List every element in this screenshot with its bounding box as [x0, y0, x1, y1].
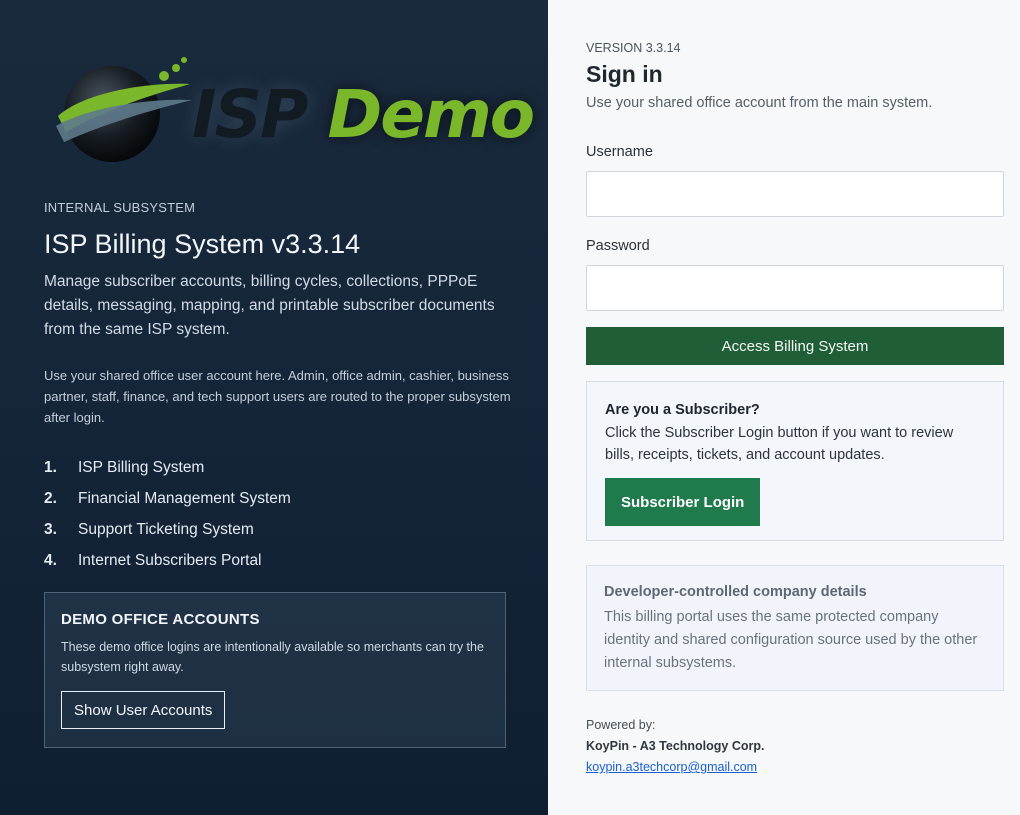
- right-panel: VERSION 3.3.14 Sign in Use your shared o…: [548, 0, 1020, 815]
- subsystem-number: 1.: [44, 458, 57, 476]
- subscriber-panel: Are you a Subscriber? Click the Subscrib…: [586, 381, 1004, 541]
- subsystem-number: 3.: [44, 520, 57, 538]
- show-user-accounts-button[interactable]: Show User Accounts: [61, 691, 226, 729]
- version-label: VERSION 3.3.14: [586, 41, 681, 55]
- globe-logo-icon: [56, 57, 192, 162]
- powered-by-label: Powered by:: [586, 718, 656, 732]
- sign-in-subheading: Use your shared office account from the …: [586, 95, 933, 111]
- demo-accounts-title: DEMO OFFICE ACCOUNTS: [61, 611, 260, 628]
- subscriber-text: Click the Subscriber Login button if you…: [605, 425, 954, 463]
- contact-email-link[interactable]: koypin.a3techcorp@gmail.com: [586, 760, 757, 774]
- logo-demo-text: Demo: [327, 76, 535, 153]
- subsystem-label: Financial Management System: [78, 489, 291, 507]
- company-name: KoyPin - A3 Technology Corp.: [586, 739, 765, 753]
- subsystem-number: 2.: [44, 489, 57, 507]
- subsystem-item: 3. Support Ticketing System: [44, 514, 291, 545]
- password-label: Password: [586, 238, 650, 254]
- demo-accounts-panel: DEMO OFFICE ACCOUNTS These demo office l…: [44, 592, 506, 748]
- subsystem-kicker: INTERNAL SUBSYSTEM: [44, 200, 196, 215]
- access-billing-system-button[interactable]: Access Billing System: [586, 327, 1004, 365]
- subsystem-label: Internet Subscribers Portal: [78, 551, 262, 569]
- subsystem-item: 4. Internet Subscribers Portal: [44, 545, 291, 576]
- password-input[interactable]: [586, 265, 1004, 311]
- left-panel: ISP Demo INTERNAL SUBSYSTEM ISP Billing …: [0, 0, 548, 815]
- username-input[interactable]: [586, 171, 1004, 217]
- demo-accounts-text: These demo office logins are intentional…: [61, 640, 484, 674]
- isp-demo-logo: ISP Demo: [52, 54, 535, 169]
- subscriber-title: Are you a Subscriber?: [605, 402, 760, 418]
- subsystem-number: 4.: [44, 551, 57, 569]
- account-note: Use your shared office user account here…: [44, 368, 511, 425]
- subscriber-login-button[interactable]: Subscriber Login: [605, 478, 761, 526]
- subsystem-label: ISP Billing System: [78, 458, 205, 476]
- logo-wordmark: ISP Demo: [192, 76, 535, 153]
- developer-details-text: This billing portal uses the same protec…: [604, 609, 978, 671]
- subsystem-item: 2. Financial Management System: [44, 483, 291, 514]
- username-label: Username: [586, 144, 653, 160]
- system-description: Manage subscriber accounts, billing cycl…: [44, 273, 495, 338]
- developer-details-panel: Developer-controlled company details Thi…: [586, 565, 1004, 691]
- subsystem-list: 1. ISP Billing System 2. Financial Managem…: [44, 452, 291, 576]
- developer-details-title: Developer-controlled company details: [604, 584, 867, 600]
- subsystem-item: 1. ISP Billing System: [44, 452, 291, 483]
- logo-isp-text: ISP: [192, 76, 308, 153]
- subsystem-label: Support Ticketing System: [78, 520, 254, 538]
- sign-in-heading: Sign in: [586, 61, 663, 87]
- system-title: ISP Billing System v3.3.14: [44, 229, 361, 259]
